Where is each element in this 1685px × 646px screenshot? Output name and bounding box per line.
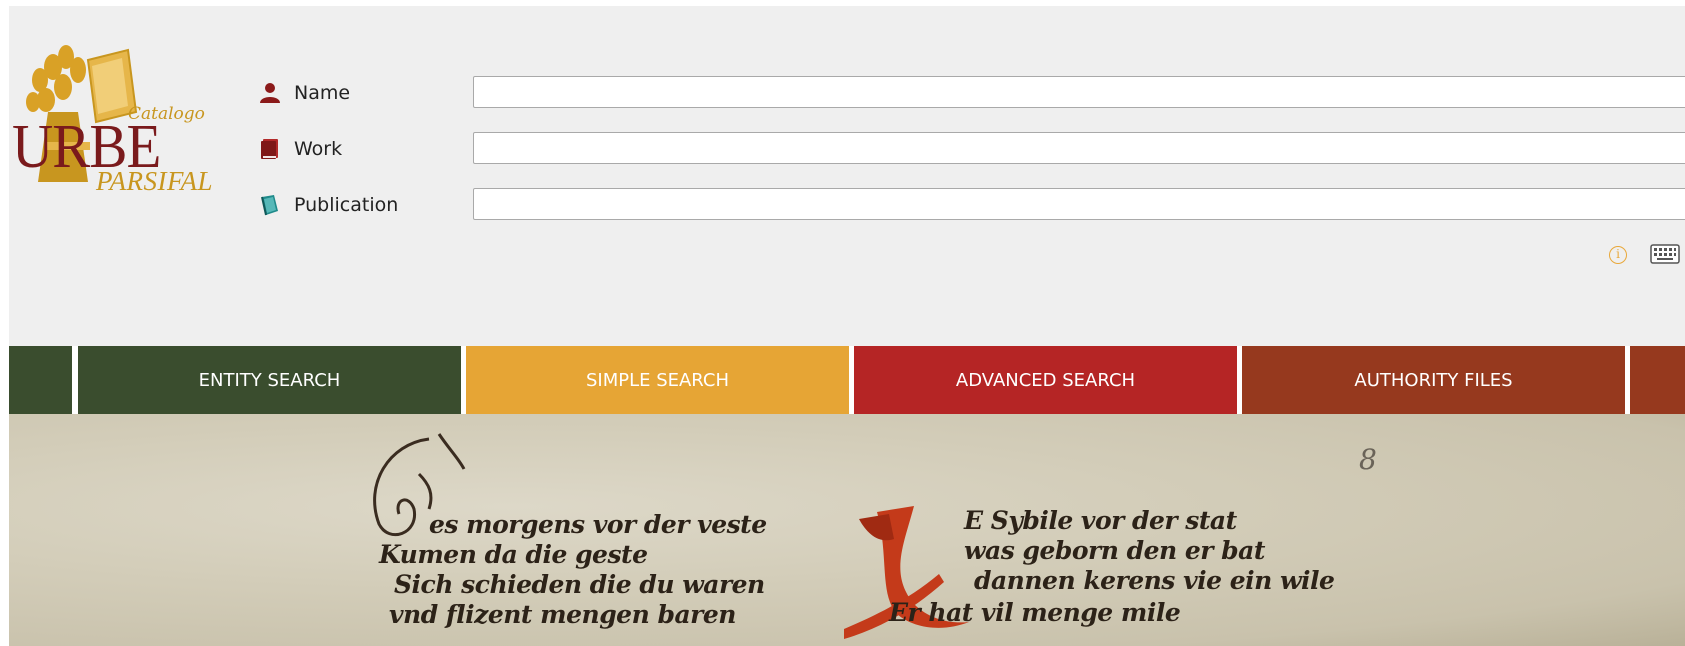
tab-menu[interactable] [9, 346, 72, 414]
manuscript-line: E Sybile vor der stat [964, 506, 1237, 535]
manuscript-line: dannen kerens vie ein wile [974, 566, 1335, 595]
keyboard-icon[interactable] [1650, 243, 1680, 265]
work-input[interactable] [473, 132, 1685, 164]
publication-input[interactable] [473, 188, 1685, 220]
urbe-parsifal-logo[interactable]: Catalogo URBE PARSIFAL [8, 42, 223, 207]
publication-field-row: Publication [258, 188, 398, 222]
book-icon [258, 137, 282, 161]
name-input[interactable] [473, 76, 1685, 108]
logo-parsifal-text: PARSIFAL [96, 166, 214, 196]
person-icon [258, 81, 282, 105]
work-field-row: Work [258, 132, 342, 166]
name-label: Name [294, 82, 351, 104]
manuscript-line: was geborn den er bat [964, 536, 1265, 565]
tab-authority-files[interactable]: AUTHORITY FILES [1242, 346, 1625, 414]
manuscript-banner-image: 8 es morgens vor der veste Kumen da die … [9, 414, 1685, 646]
manuscript-line: es morgens vor der veste [429, 510, 767, 539]
main-navigation: ENTITY SEARCH SIMPLE SEARCH ADVANCED SEA… [9, 346, 1685, 414]
folio-number: 8 [1359, 443, 1377, 476]
work-label: Work [294, 138, 343, 160]
manuscript-line: vnd flizent mengen baren [389, 600, 736, 629]
tab-more[interactable] [1630, 346, 1685, 414]
name-field-row: Name [258, 76, 350, 110]
manuscript-initials-decoration: 8 [373, 433, 1377, 639]
info-icon[interactable]: i [1609, 246, 1627, 264]
manuscript-line: Er hat vil menge mile [889, 598, 1181, 627]
tab-entity-search[interactable]: ENTITY SEARCH [78, 346, 461, 414]
tab-simple-search[interactable]: SIMPLE SEARCH [466, 346, 849, 414]
tab-advanced-search[interactable]: ADVANCED SEARCH [854, 346, 1237, 414]
manuscript-line: Sich schieden die du waren [394, 570, 765, 599]
manuscript-line: Kumen da die geste [379, 540, 648, 569]
publication-icon [258, 193, 282, 217]
publication-label: Publication [294, 194, 399, 216]
